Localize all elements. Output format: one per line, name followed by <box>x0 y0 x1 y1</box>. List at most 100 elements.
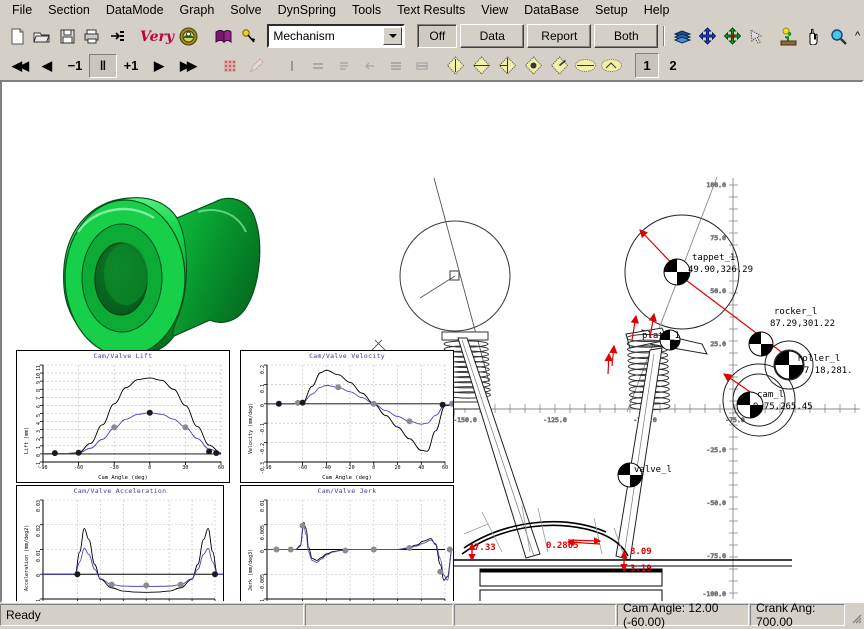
bar-icon-5[interactable] <box>383 53 408 78</box>
bar-icon-2[interactable] <box>305 53 330 78</box>
chart-data-marker[interactable] <box>439 401 446 408</box>
chart-x-tick-label: 0 <box>372 465 376 471</box>
menu-item-solve[interactable]: Solve <box>222 1 269 20</box>
bar-icon-1[interactable] <box>279 53 304 78</box>
rewind-to-start-button[interactable]: ◀◀ <box>5 54 33 78</box>
drawing-canvas[interactable]: -200.0-175.0-150.0-125.0-100.0-75.0 100.… <box>0 80 864 603</box>
chart-data-marker[interactable] <box>299 522 306 529</box>
menu-item-setup[interactable]: Setup <box>587 1 636 20</box>
play-button[interactable]: ▶ <box>145 54 173 78</box>
zoom-magnifier-icon[interactable] <box>826 24 850 49</box>
pencil-dotted-icon[interactable] <box>243 53 268 78</box>
mode-button-report[interactable]: Report <box>527 24 592 48</box>
page-button-2[interactable]: 2 <box>661 53 685 78</box>
seal-logo-icon[interactable] <box>177 24 201 49</box>
chart-x-tick-label: 60 <box>441 465 449 471</box>
mode-button-data[interactable]: Data <box>460 24 525 48</box>
move-green-icon[interactable] <box>720 24 744 49</box>
new-document-icon[interactable] <box>5 24 29 49</box>
chart-data-marker[interactable] <box>342 547 349 554</box>
chart-data-marker[interactable] <box>212 571 218 578</box>
chart-data-marker[interactable] <box>143 582 150 589</box>
chart-cam-valve-acceleration[interactable]: Cam/Valve AccelerationCam Angle (deg)Acc… <box>16 485 224 603</box>
mode-button-both[interactable]: Both <box>594 24 659 48</box>
diamond-icon-5[interactable] <box>547 53 572 78</box>
chart-data-marker[interactable] <box>182 424 189 431</box>
forward-to-end-button[interactable]: ▶▶ <box>173 54 201 78</box>
chart-data-marker[interactable] <box>111 424 118 431</box>
chevron-down-icon[interactable] <box>383 27 403 45</box>
chart-data-marker[interactable] <box>446 546 453 553</box>
menu-item-dynspring[interactable]: DynSpring <box>270 1 344 20</box>
grid-pattern-red-icon[interactable] <box>217 53 242 78</box>
menu-item-text-results[interactable]: Text Results <box>389 1 473 20</box>
chart-data-marker[interactable] <box>213 449 220 456</box>
help-pointer-icon[interactable] <box>236 24 260 49</box>
open-folder-icon[interactable] <box>30 24 54 49</box>
chart-title: Cam/Valve Lift <box>93 352 153 360</box>
chart-data-marker[interactable] <box>51 450 58 457</box>
move-blue-icon[interactable] <box>695 24 719 49</box>
chart-data-marker[interactable] <box>177 581 184 588</box>
ellipse-icon-1[interactable] <box>573 53 598 78</box>
menu-item-section[interactable]: Section <box>40 1 98 20</box>
chart-data-marker[interactable] <box>275 400 282 407</box>
book-icon[interactable] <box>211 24 235 49</box>
plant-light-icon[interactable] <box>776 24 800 49</box>
menu-item-database[interactable]: DataBase <box>516 1 587 20</box>
chart-data-marker[interactable] <box>146 409 153 416</box>
chart-data-marker[interactable] <box>449 400 453 407</box>
save-disk-icon[interactable] <box>55 24 79 49</box>
pause-button[interactable]: ‖ <box>89 53 117 78</box>
bar-icon-6[interactable] <box>409 53 434 78</box>
mode-button-off[interactable]: Off <box>417 24 458 48</box>
bar-icon-4[interactable] <box>357 53 382 78</box>
menu-item-file[interactable]: File <box>4 1 40 20</box>
chart-data-marker[interactable] <box>299 399 306 406</box>
menu-item-graph[interactable]: Graph <box>172 1 223 20</box>
menu-item-datamode[interactable]: DataMode <box>98 1 172 20</box>
chart-data-marker[interactable] <box>370 546 377 553</box>
chart-data-marker[interactable] <box>206 448 213 455</box>
pan-hand-icon[interactable] <box>801 24 825 49</box>
increment-button[interactable]: +1 <box>117 54 145 78</box>
scene-part-labels: tappet_1 49.90,326.29 plate_1 rocker_l 87.29… <box>634 253 853 475</box>
chart-data-marker[interactable] <box>108 581 115 588</box>
menu-item-help[interactable]: Help <box>636 1 678 20</box>
step-back-button[interactable]: ◀ <box>33 54 61 78</box>
resize-grip[interactable] <box>846 604 864 626</box>
chart-data-marker[interactable] <box>287 546 294 553</box>
print-icon[interactable] <box>80 24 104 49</box>
page-button-1[interactable]: 1 <box>635 53 659 78</box>
chart-data-marker[interactable] <box>406 418 413 425</box>
chart-data-marker[interactable] <box>406 545 413 552</box>
chart-data-marker[interactable] <box>273 546 280 553</box>
cam-label: cam_l <box>757 390 784 400</box>
chart-cam-valve-velocity[interactable]: Cam/Valve Velocity Cam Angle (deg) Velocit… <box>240 350 454 483</box>
chart-data-marker[interactable] <box>370 400 377 407</box>
layers-icon[interactable] <box>670 24 694 49</box>
mode-select[interactable]: Mechanism <box>267 24 406 48</box>
chart-x-tick-label: 40 <box>189 602 195 603</box>
select-cursor-icon[interactable] <box>745 24 769 49</box>
chart-data-marker[interactable] <box>335 384 342 391</box>
ellipse-icon-2[interactable] <box>599 53 624 78</box>
chart-cam-valve-jerk[interactable]: Cam/Valve JerkCam Angle (deg)Jerk (mm/de… <box>240 485 454 601</box>
export-list-icon[interactable] <box>105 24 129 49</box>
decrement-button[interactable]: −1 <box>61 54 89 78</box>
menu-item-view[interactable]: View <box>473 1 516 20</box>
joint-rocker[interactable] <box>748 331 774 357</box>
diamond-icon-2[interactable] <box>469 53 494 78</box>
chart-data-marker[interactable] <box>75 449 82 456</box>
chart-data-marker[interactable] <box>437 568 444 575</box>
menu-item-tools[interactable]: Tools <box>344 1 389 20</box>
joint-tappet[interactable] <box>663 258 691 286</box>
diamond-icon-3[interactable] <box>495 53 520 78</box>
diamond-icon-1[interactable] <box>443 53 468 78</box>
very-logo[interactable]: Very <box>138 24 176 49</box>
bar-icon-3[interactable] <box>331 53 356 78</box>
diamond-icon-4[interactable] <box>521 53 546 78</box>
toolbar-overflow-chevron[interactable]: ^ <box>855 30 864 42</box>
chart-cam-valve-lift[interactable]: Cam/Valve Lift Cam Angle (deg) Lift (mm) -9… <box>16 350 230 483</box>
chart-data-marker[interactable] <box>74 571 81 578</box>
